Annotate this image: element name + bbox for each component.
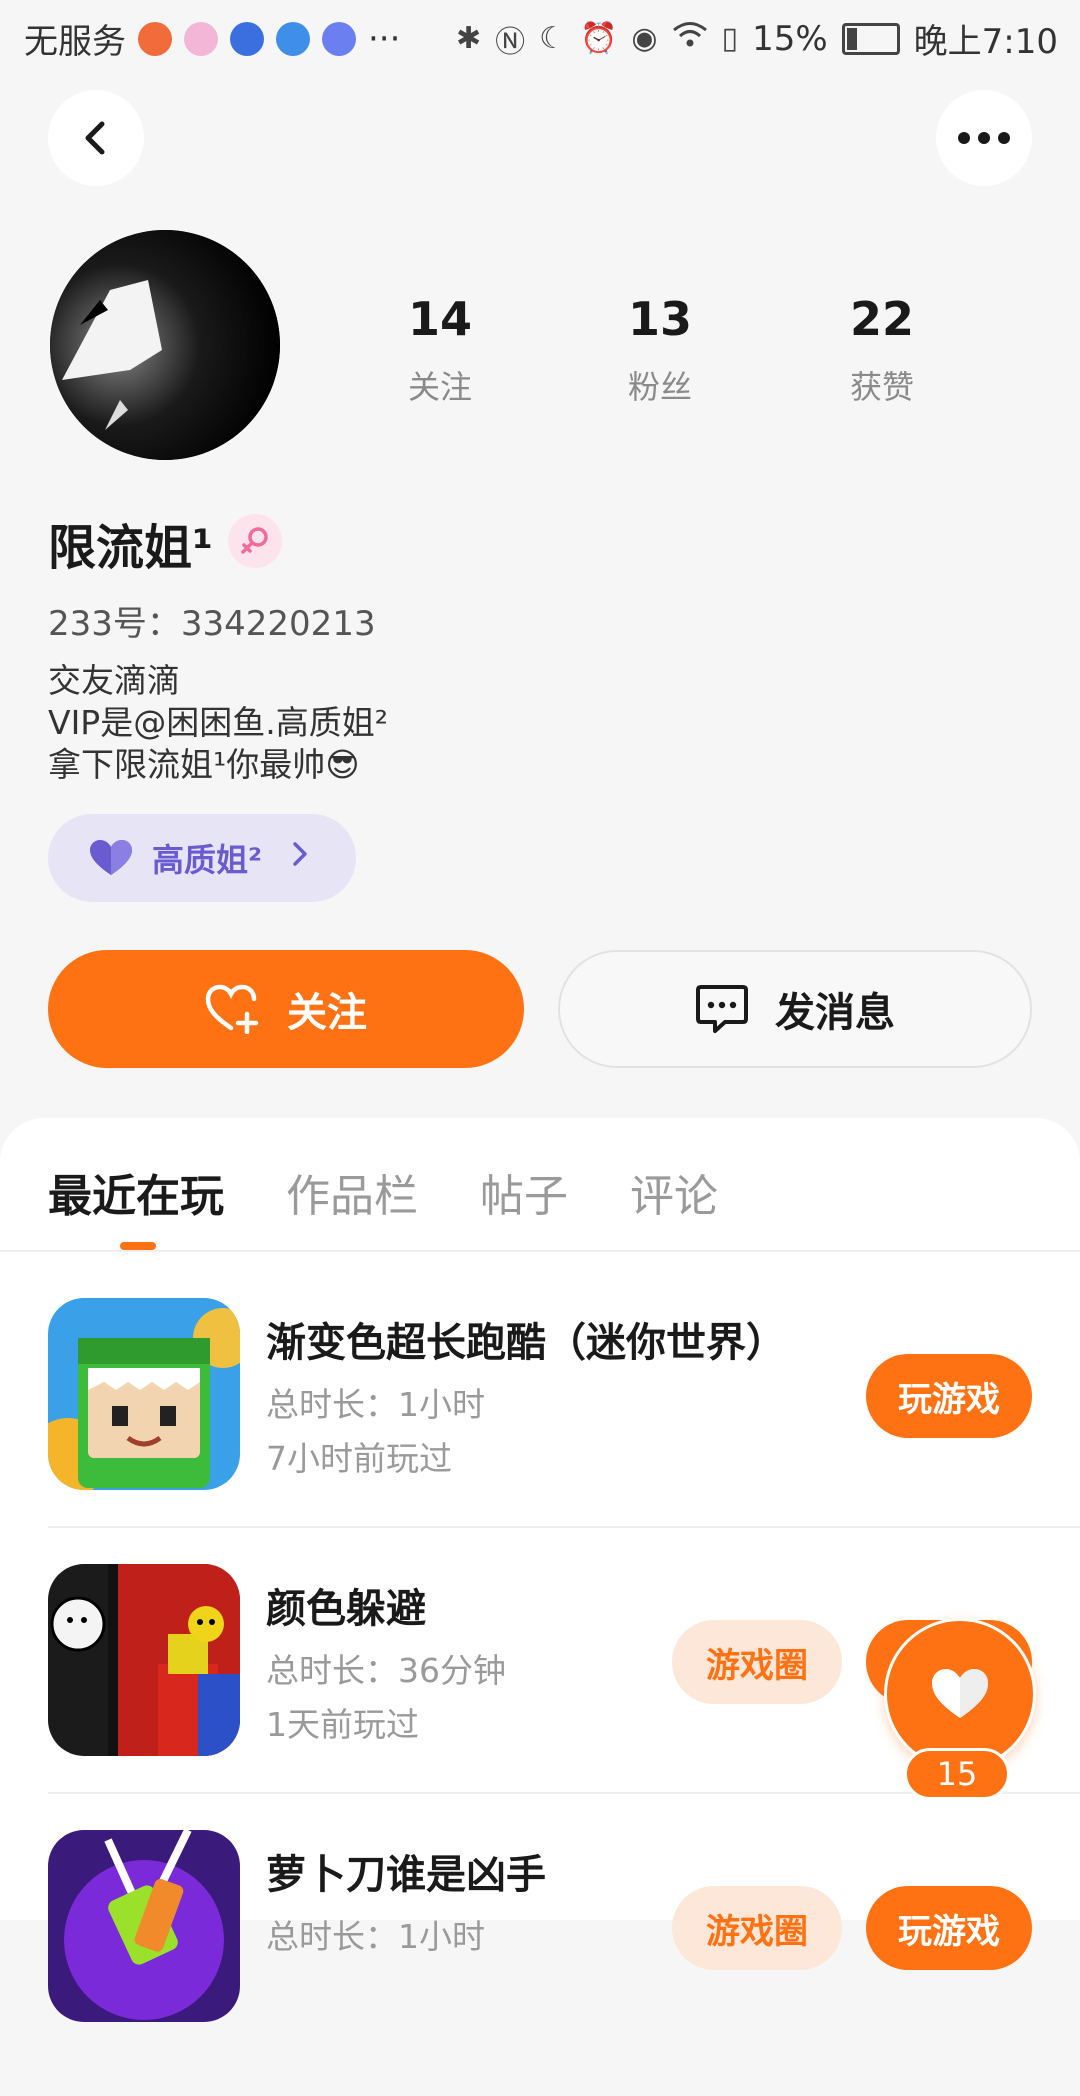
divider [0,1250,1080,1252]
battery-percent: 15% [752,18,828,59]
tab-comments[interactable]: 评论 [630,1160,718,1224]
do-not-disturb-icon: ☾ [539,21,566,56]
more-options-button[interactable] [936,90,1032,186]
following-label: 关注 [407,368,472,406]
game-icon [48,1830,240,2022]
following-count: 14 [407,292,472,346]
eye-comfort-icon: ◉ [631,21,658,56]
like-count-badge: 15 [904,1748,1010,1800]
app-notification-icon [184,21,218,56]
music-notification-icon [322,21,356,56]
send-message-button[interactable]: 发消息 [558,950,1032,1068]
vip-relation-tag[interactable]: 高质姐² [48,814,356,902]
heart-icon [90,840,132,875]
bluetooth-icon: ✱ [455,21,482,56]
back-arrow-icon [85,121,105,155]
carrier-text: 无服务 [24,22,126,62]
play-game-button[interactable]: 玩游戏 [866,1354,1032,1438]
heart-icon [932,1669,988,1718]
sim-alert-icon: ▯ [721,21,739,56]
tab-works[interactable]: 作品栏 [286,1160,418,1224]
username: 限流姐¹ [48,520,214,576]
follow-button[interactable]: 关注 [48,950,524,1068]
follow-label: 关注 [287,990,367,1036]
heart-plus-icon [205,984,259,1034]
avatar[interactable] [50,230,280,460]
app-notification-icon [138,21,172,56]
stat-followers[interactable]: 13 粉丝 [560,292,760,408]
game-icon [48,1564,240,1756]
browser-notification-icon [276,21,310,56]
likes-label: 获赞 [849,368,914,406]
bio-line: VIP是@困困鱼.高质姐² [48,703,388,742]
back-button[interactable] [48,90,144,186]
followers-count: 13 [627,292,692,346]
status-left: 无服务 ··· [24,14,400,63]
game-last-played: 1天前玩过 [266,1705,419,1744]
game-title: 萝卜刀谁是凶手 [266,1852,546,1898]
stat-likes[interactable]: 22 获赞 [782,292,982,408]
profile-tabs: 最近在玩 作品栏 帖子 评论 [48,1160,718,1224]
game-duration: 总时长：1小时 [266,1917,485,1956]
game-title: 颜色躲避 [266,1586,426,1632]
status-right: ✱ Ⓝ ☾ ⏰ ◉ ▯ 15% 晚上7:10 [456,14,1058,63]
baidu-notification-icon [230,21,264,56]
bio-line: 拿下限流姐¹你最帅😎 [48,745,360,784]
play-game-button[interactable]: 玩游戏 [866,1886,1032,1970]
divider [48,1526,1080,1528]
tab-posts[interactable]: 帖子 [480,1160,568,1224]
more-notifications-icon: ··· [368,18,401,59]
game-title: 渐变色超长跑酷（迷你世界） [266,1320,786,1366]
tab-recently-played[interactable]: 最近在玩 [48,1160,224,1224]
stat-following[interactable]: 14 关注 [340,292,540,408]
battery-icon [841,22,900,55]
nfc-icon: Ⓝ [495,24,526,60]
wifi-icon [672,21,708,57]
game-icon [48,1298,240,1490]
active-tab-indicator [120,1242,156,1250]
bio-line: 交友滴滴 [48,661,180,700]
game-duration: 总时长：36分钟 [266,1651,506,1690]
bio: 交友滴滴 VIP是@困困鱼.高质姐² 拿下限流姐¹你最帅😎 [48,660,388,786]
alarm-icon: ⏰ [580,21,618,56]
message-icon [696,985,748,1033]
game-circle-button[interactable]: 游戏圈 [672,1620,842,1704]
game-circle-button[interactable]: 游戏圈 [672,1886,842,1970]
message-label: 发消息 [775,990,895,1036]
game-last-played: 7小时前玩过 [266,1439,452,1478]
status-bar: 无服务 ··· ✱ Ⓝ ☾ ⏰ ◉ ▯ 15% 晚上7:10 [0,0,1080,76]
list-item-game[interactable]: 萝卜刀谁是凶手 总时长：1小时 游戏圈 玩游戏 [48,1830,1080,2096]
vip-tag-label: 高质姐² [152,841,263,879]
list-item-game[interactable]: 渐变色超长跑酷（迷你世界） 总时长：1小时 7小时前玩过 玩游戏 [48,1298,1080,1564]
game-duration: 总时长：1小时 [266,1385,485,1424]
female-gender-icon [228,514,282,568]
chevron-right-icon [290,840,310,876]
user-id: 233号：334220213 [48,604,376,644]
followers-label: 粉丝 [627,368,692,406]
likes-count: 22 [849,292,914,346]
more-dots-icon [958,132,1010,144]
clock: 晚上7:10 [913,22,1058,62]
